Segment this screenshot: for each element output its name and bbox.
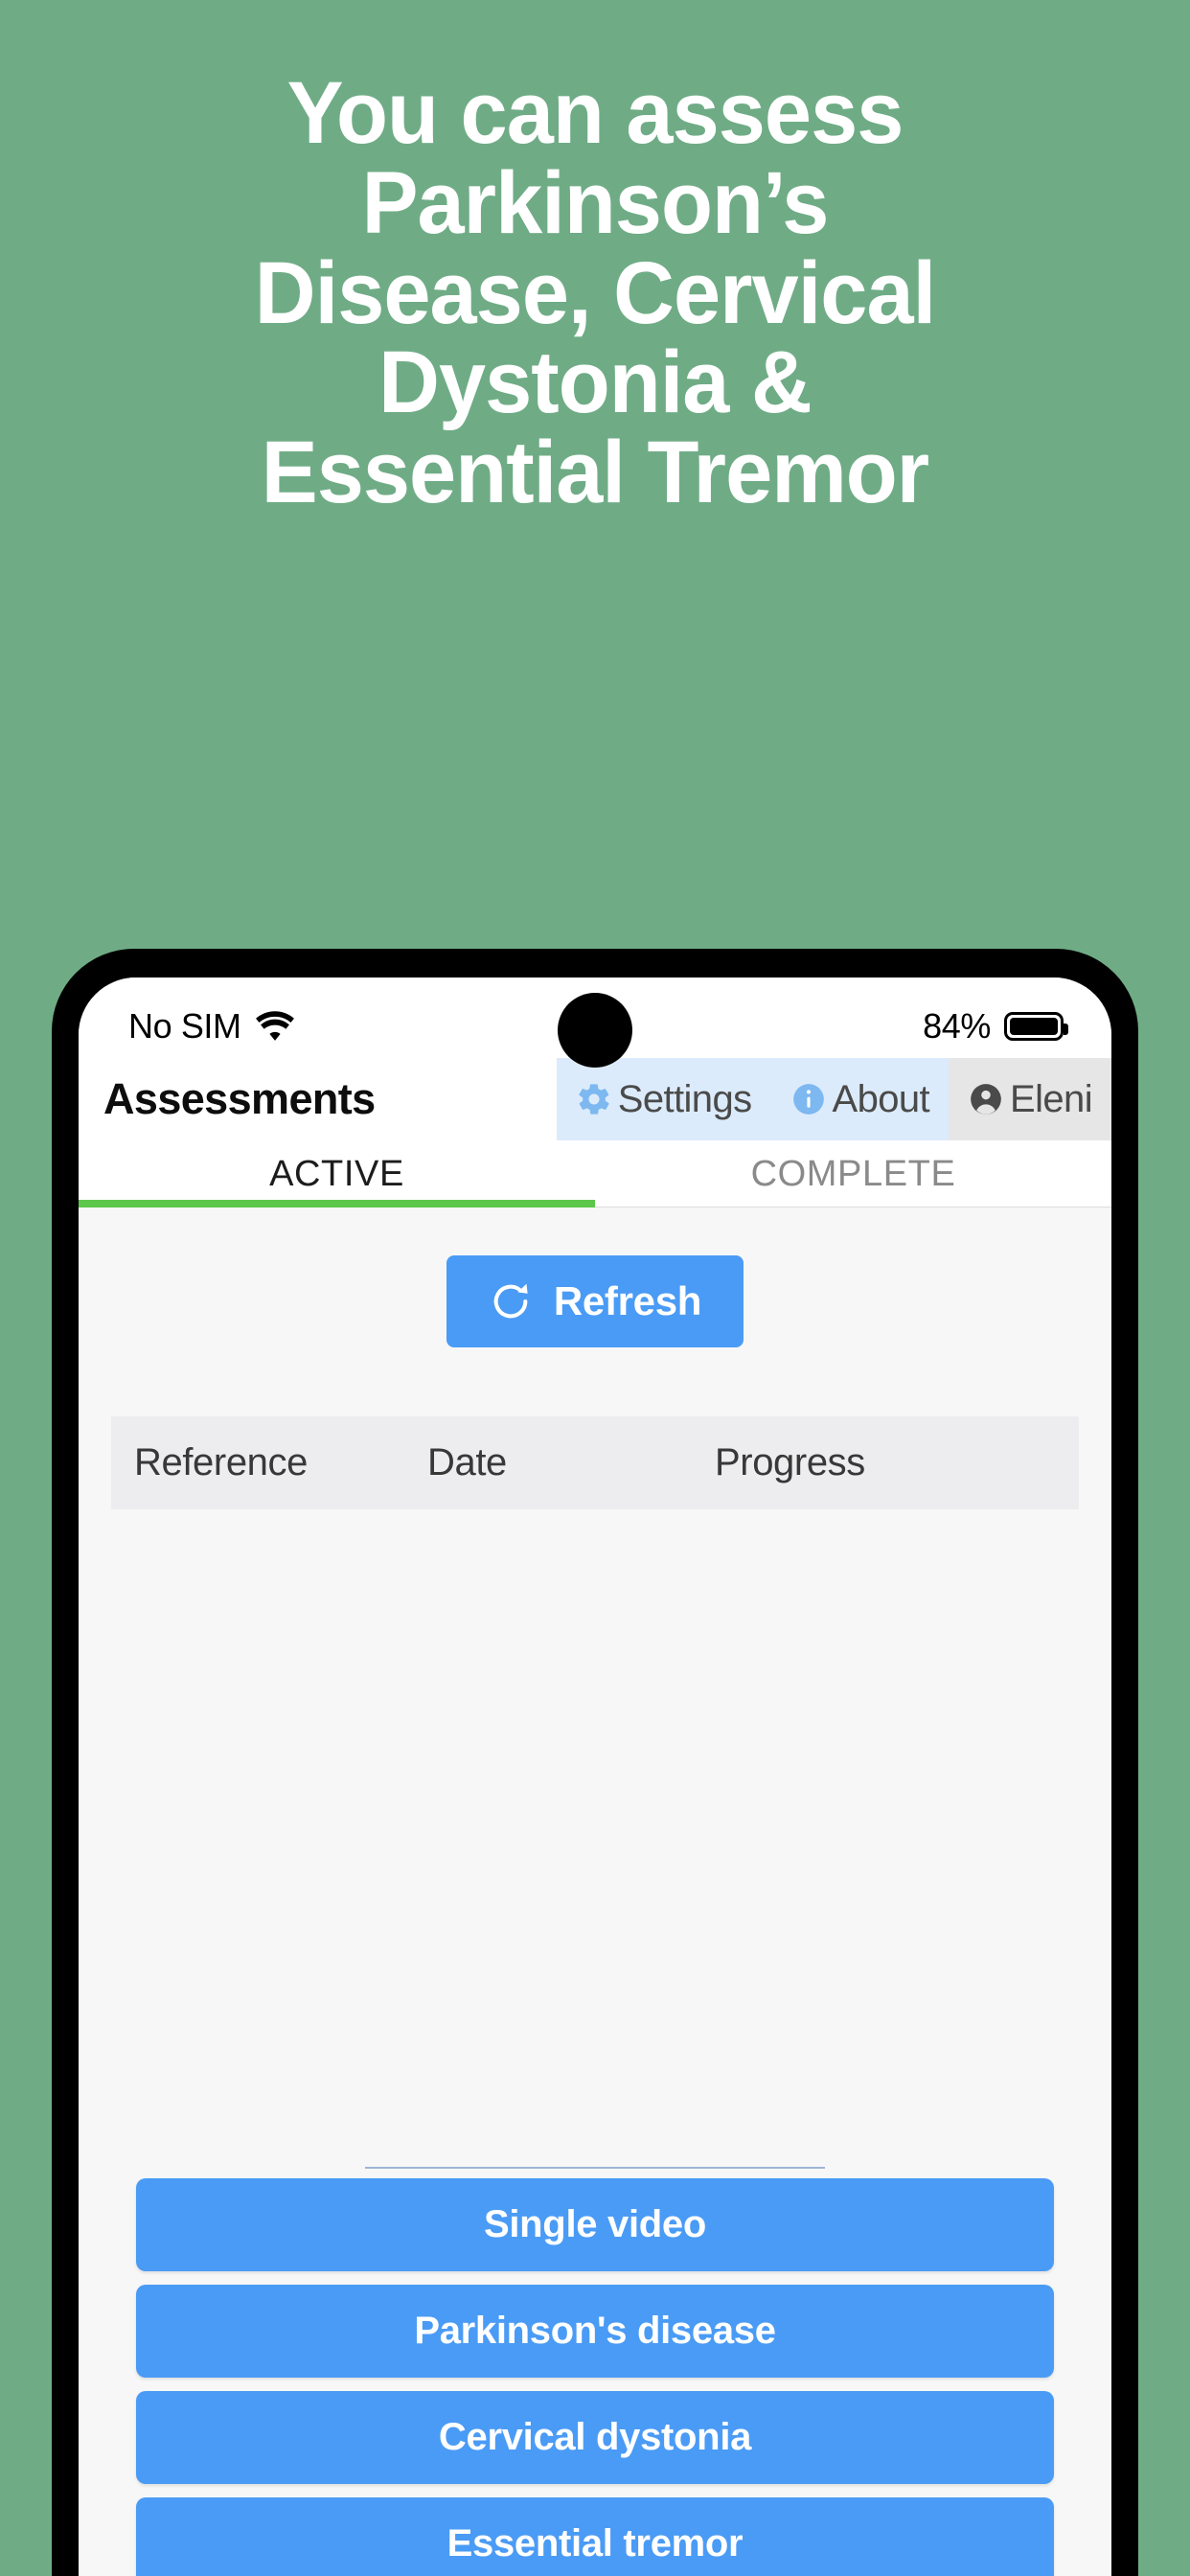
column-header-date: Date	[427, 1441, 507, 1484]
headline-line: Dystonia &	[378, 334, 812, 432]
option-single-video[interactable]: Single video	[136, 2178, 1054, 2271]
camera-notch-icon	[558, 993, 632, 1068]
gear-icon	[576, 1081, 612, 1117]
status-bar-right: 84%	[923, 1006, 1068, 1046]
headline-line: Parkinson’s	[361, 153, 830, 252]
settings-button[interactable]: Settings	[556, 1058, 771, 1140]
option-essential-tremor[interactable]: Essential tremor	[136, 2497, 1054, 2576]
person-circle-icon	[968, 1081, 1004, 1117]
about-button[interactable]: About	[770, 1058, 950, 1140]
tab-active[interactable]: ACTIVE	[79, 1140, 595, 1208]
column-header-reference: Reference	[134, 1441, 308, 1484]
battery-percent-label: 84%	[923, 1006, 991, 1046]
assessments-table-header: Reference Date Progress	[111, 1416, 1079, 1509]
account-button-label: Eleni	[1010, 1077, 1093, 1120]
wifi-icon	[255, 1011, 295, 1042]
battery-full-icon	[1004, 1012, 1068, 1041]
headline-line: You can assess	[286, 64, 904, 162]
assessments-content: Refresh Reference Date Progress Single v…	[79, 1208, 1111, 2576]
settings-button-label: Settings	[617, 1077, 752, 1120]
refresh-toolbar: Refresh	[79, 1208, 1111, 1347]
account-button[interactable]: Eleni	[949, 1058, 1111, 1140]
action-sheet: Single video Parkinson's disease Cervica…	[79, 2167, 1111, 2576]
refresh-icon	[489, 1279, 533, 1323]
page-title: You can assess Parkinson’s Disease, Cerv…	[24, 64, 1166, 522]
sheet-divider	[365, 2167, 825, 2169]
navbar-actions: Settings About Eleni	[556, 1058, 1111, 1140]
phone-screen: No SIM 84% Assessments Settings About El…	[79, 978, 1111, 2576]
phone-mockup: No SIM 84% Assessments Settings About El…	[52, 949, 1138, 2576]
tab-bar: ACTIVE COMPLETE	[79, 1140, 1111, 1208]
info-circle-icon	[790, 1081, 827, 1117]
option-parkinsons-disease[interactable]: Parkinson's disease	[136, 2285, 1054, 2378]
refresh-button-label: Refresh	[553, 1278, 702, 1323]
refresh-button[interactable]: Refresh	[446, 1255, 744, 1347]
carrier-label: No SIM	[128, 1006, 241, 1046]
headline-line: Essential Tremor	[261, 424, 929, 522]
about-button-label: About	[832, 1077, 930, 1120]
column-header-progress: Progress	[715, 1441, 865, 1484]
app-title: Assessments	[103, 1074, 376, 1123]
option-cervical-dystonia[interactable]: Cervical dystonia	[136, 2391, 1054, 2484]
status-bar-left: No SIM	[128, 1006, 295, 1046]
tab-complete[interactable]: COMPLETE	[595, 1140, 1111, 1207]
app-navbar: Assessments Settings About Eleni	[79, 1058, 1111, 1140]
headline-line: Disease, Cervical	[254, 243, 936, 342]
